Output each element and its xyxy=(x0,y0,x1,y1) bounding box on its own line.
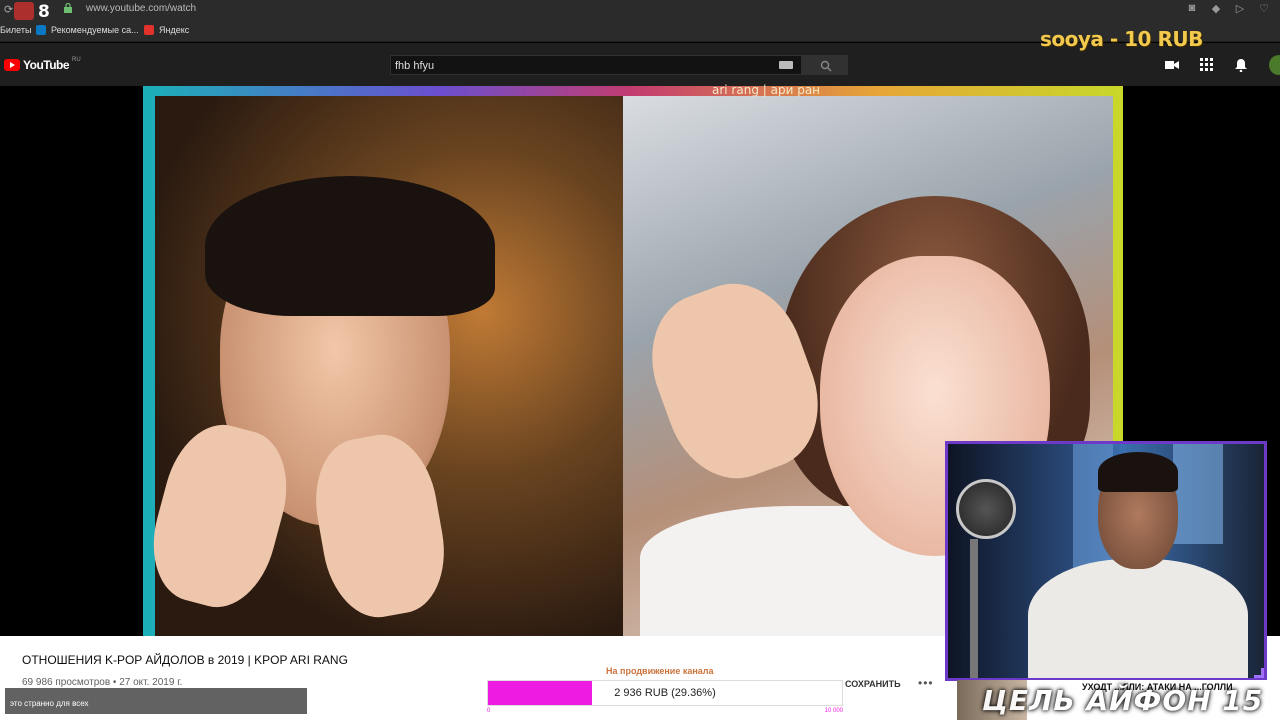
search-icon xyxy=(820,60,832,72)
reload-icon[interactable]: ⟳ xyxy=(4,3,13,16)
browser-toolbar: ⟳ 8 www.youtube.com/watch ◙ ◆ ▷ ♡ xyxy=(0,0,1280,22)
browser-extension-icons: ◙ ◆ ▷ ♡ xyxy=(1186,2,1270,16)
youtube-region-label: RU xyxy=(72,57,81,63)
video-overlay-caption: ari rang | ари ран xyxy=(712,83,821,97)
donation-goal-axis: 0 10 000 xyxy=(487,708,843,718)
news-ticker: УХОДТ ...ЛЛИ: АТАКИ НА ...ГОЛЛИ ЦЕЛЬ АЙФ… xyxy=(957,680,1280,720)
bookmark-yandex[interactable]: Яндекс xyxy=(144,25,189,35)
goal-axis-min: 0 xyxy=(487,708,491,714)
streamer-hair xyxy=(1098,452,1178,492)
send-icon[interactable]: ▷ xyxy=(1234,2,1246,16)
video-title: ОТНОШЕНИЯ K-POP АЙДОЛОВ в 2019 | KPOP AR… xyxy=(22,653,348,667)
create-video-icon[interactable] xyxy=(1165,58,1179,72)
heart-icon[interactable]: ♡ xyxy=(1258,2,1270,16)
youtube-logo[interactable]: YouTube RU xyxy=(4,57,81,72)
youtube-logo-text: YouTube xyxy=(23,58,70,72)
address-bar[interactable]: www.youtube.com/watch xyxy=(86,3,196,14)
video-meta: 69 986 просмотров • 27 окт. 2019 г. xyxy=(22,677,183,688)
webcam-corner-accent xyxy=(1254,668,1264,678)
shield-icon[interactable]: ◆ xyxy=(1210,2,1222,16)
search-box xyxy=(390,55,802,75)
streamer-shirt xyxy=(1028,559,1248,678)
webcam-overlay xyxy=(945,441,1267,681)
mic-stand xyxy=(970,539,978,678)
promo-text: На продвижение канала xyxy=(606,666,714,676)
goal-axis-max: 10 000 xyxy=(824,708,843,714)
bookmark-label: Яндекс xyxy=(159,25,190,35)
bookmark-recommended[interactable]: Рекомендуемые са... xyxy=(36,25,139,35)
stream-chat-message: это странно для всех xyxy=(5,688,307,714)
donation-goal-bar: 2 936 RUB (29.36%) xyxy=(487,680,843,706)
search-input[interactable] xyxy=(391,57,771,75)
keyboard-icon[interactable] xyxy=(779,61,793,69)
bookmark-label: Рекомендуемые са... xyxy=(51,25,139,35)
avatar[interactable] xyxy=(1269,55,1280,75)
youtube-tab-icon[interactable] xyxy=(14,2,34,20)
more-actions-button[interactable]: ••• xyxy=(918,676,934,690)
camera-icon[interactable]: ◙ xyxy=(1186,2,1198,16)
bookmark-tickets[interactable]: Билеты xyxy=(0,25,31,35)
save-button[interactable]: СОХРАНИТЬ xyxy=(845,679,901,689)
youtube-play-icon xyxy=(4,59,20,71)
yandex-icon xyxy=(144,25,154,35)
notifications-bell-icon[interactable] xyxy=(1234,58,1248,72)
search-button[interactable] xyxy=(802,55,848,75)
lock-icon xyxy=(64,3,72,13)
microphone-icon xyxy=(956,479,1016,539)
screen: ⟳ 8 www.youtube.com/watch ◙ ◆ ▷ ♡ Билеты… xyxy=(0,0,1280,720)
donation-goal-label: 2 936 RUB (29.36%) xyxy=(614,687,716,699)
bookmark-label: Билеты xyxy=(0,25,32,35)
tab-badge-count: 8 xyxy=(38,2,50,22)
goal-banner: ЦЕЛЬ АЙФОН 15 xyxy=(982,684,1264,717)
video-person-left-hair xyxy=(205,176,495,316)
donation-alert: sooya - 10 RUB xyxy=(1040,27,1203,51)
chat-text: это странно для всех xyxy=(10,699,89,708)
webcam-window-light xyxy=(1173,444,1223,544)
apps-grid-icon[interactable] xyxy=(1200,58,1214,72)
bing-icon xyxy=(36,25,46,35)
